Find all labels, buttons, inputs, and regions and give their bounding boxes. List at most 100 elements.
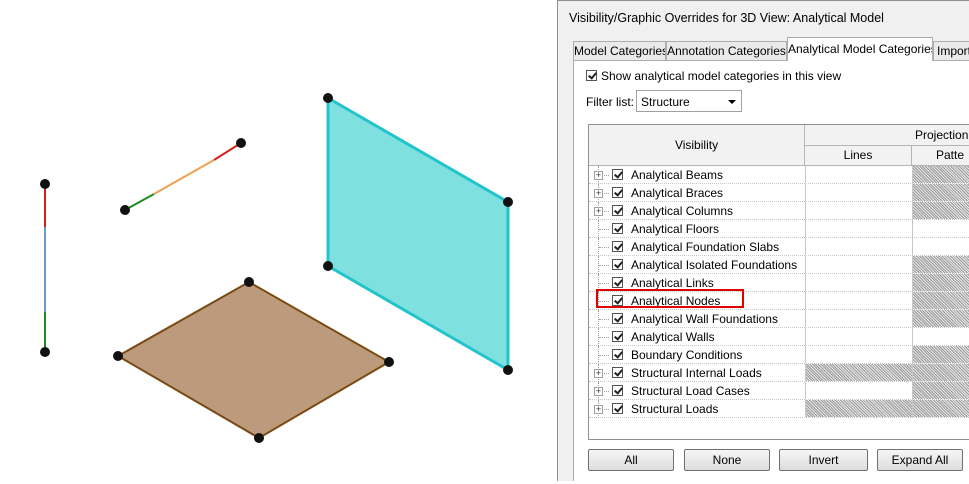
lines-cell[interactable] [805, 382, 912, 399]
category-name: Analytical Columns [631, 204, 734, 218]
lines-cell[interactable] [805, 310, 912, 327]
plus-box-icon[interactable]: + [594, 405, 603, 414]
floor-node[interactable] [113, 351, 123, 361]
3d-viewport[interactable] [0, 0, 556, 481]
table-row[interactable]: Boundary Conditions [589, 346, 969, 364]
tab-analytical-model-categories[interactable]: Analytical Model Categories [787, 37, 933, 61]
lines-cell[interactable] [805, 166, 912, 183]
category-name: Analytical Isolated Foundations [631, 258, 798, 272]
lines-cell[interactable] [805, 238, 912, 255]
table-row[interactable]: + Structural Internal Loads [589, 364, 969, 382]
category-checkbox[interactable] [612, 241, 623, 252]
none-button[interactable]: None [684, 449, 770, 471]
plus-box-icon[interactable]: + [594, 189, 603, 198]
wall-node[interactable] [323, 261, 333, 271]
header-visibility[interactable]: Visibility [589, 125, 805, 166]
show-analytical-label: Show analytical model categories in this… [601, 68, 842, 83]
invert-button[interactable]: Invert [779, 449, 868, 471]
lines-cell[interactable] [805, 346, 912, 363]
table-row[interactable]: + Structural Load Cases [589, 382, 969, 400]
category-checkbox[interactable] [612, 259, 623, 270]
category-checkbox[interactable] [612, 331, 623, 342]
plus-box-icon[interactable]: + [594, 207, 603, 216]
tab-annotation-categories[interactable]: Annotation Categories [666, 41, 787, 60]
lines-cell [805, 400, 912, 417]
category-checkbox[interactable] [612, 223, 623, 234]
floor-node[interactable] [244, 277, 254, 287]
expand-all-button[interactable]: Expand All [877, 449, 963, 471]
category-checkbox[interactable] [612, 187, 623, 198]
category-checkbox[interactable] [612, 349, 623, 360]
lines-cell[interactable] [805, 328, 912, 345]
category-name: Analytical Foundation Slabs [631, 240, 780, 254]
category-checkbox[interactable] [612, 385, 623, 396]
lines-cell[interactable] [805, 202, 912, 219]
floor-node[interactable] [384, 357, 394, 367]
tree-connector [599, 283, 609, 285]
patterns-cell [912, 202, 969, 219]
patterns-cell[interactable] [912, 220, 969, 237]
wall-node[interactable] [503, 365, 513, 375]
lines-cell[interactable] [805, 256, 912, 273]
analytical-wall[interactable] [326, 95, 510, 373]
lines-cell [805, 364, 912, 381]
filter-list-dropdown[interactable]: Structure [636, 90, 742, 112]
beam-segment-mid [153, 159, 215, 195]
table-row[interactable]: + Analytical Columns [589, 202, 969, 220]
table-row[interactable]: + Analytical Braces [589, 184, 969, 202]
category-name: Analytical Floors [631, 222, 720, 236]
category-table: Visibility Projection Lines Patte + Analy… [588, 124, 969, 440]
category-name: Analytical Links [631, 276, 714, 290]
tab-model-categories[interactable]: Model Categories [573, 41, 666, 60]
table-row[interactable]: + Analytical Beams [589, 166, 969, 184]
patterns-cell[interactable] [912, 238, 969, 255]
category-name: Analytical Braces [631, 186, 724, 200]
header-projection: Projection [805, 125, 969, 146]
patterns-cell [912, 382, 969, 399]
patterns-cell [912, 256, 969, 273]
category-checkbox[interactable] [612, 403, 623, 414]
tab-imported-categories[interactable]: Import [933, 41, 969, 60]
category-checkbox[interactable] [612, 277, 623, 288]
category-checkbox[interactable] [612, 313, 623, 324]
table-row[interactable]: Analytical Isolated Foundations [589, 256, 969, 274]
plus-box-icon[interactable]: + [594, 171, 603, 180]
dialog-title: Visibility/Graphic Overrides for 3D View… [569, 11, 884, 25]
patterns-cell [912, 346, 969, 363]
lines-cell[interactable] [805, 184, 912, 201]
table-row[interactable]: Analytical Floors [589, 220, 969, 238]
all-button[interactable]: All [588, 449, 674, 471]
tree-connector [599, 229, 609, 231]
analytical-floor[interactable] [115, 280, 391, 440]
highlight-box [596, 289, 744, 308]
category-checkbox[interactable] [612, 205, 623, 216]
lines-cell[interactable] [805, 220, 912, 237]
filter-list-value: Structure [641, 95, 690, 109]
table-row[interactable]: Analytical Wall Foundations [589, 310, 969, 328]
patterns-cell [912, 364, 969, 381]
show-analytical-categories-row: Show analytical model categories in this… [586, 68, 841, 83]
tree-connector [599, 247, 609, 249]
lines-cell[interactable] [805, 292, 912, 309]
chevron-down-icon [728, 100, 736, 104]
category-checkbox[interactable] [612, 367, 623, 378]
plus-box-icon[interactable]: + [594, 387, 603, 396]
column-node-bottom[interactable] [40, 347, 50, 357]
beam-node-end[interactable] [236, 138, 246, 148]
patterns-cell [912, 184, 969, 201]
patterns-cell[interactable] [912, 328, 969, 345]
wall-node[interactable] [503, 197, 513, 207]
lines-cell[interactable] [805, 274, 912, 291]
plus-box-icon[interactable]: + [594, 369, 603, 378]
table-row[interactable]: Analytical Foundation Slabs [589, 238, 969, 256]
column-node-top[interactable] [40, 179, 50, 189]
table-row[interactable]: Analytical Walls [589, 328, 969, 346]
show-analytical-checkbox[interactable] [586, 70, 597, 82]
wall-node[interactable] [323, 93, 333, 103]
category-checkbox[interactable] [612, 169, 623, 180]
floor-node[interactable] [254, 433, 264, 443]
table-row[interactable]: + Structural Loads [589, 400, 969, 418]
beam-node-start[interactable] [120, 205, 130, 215]
tree-connector [599, 319, 609, 321]
category-name: Structural Loads [631, 402, 719, 416]
